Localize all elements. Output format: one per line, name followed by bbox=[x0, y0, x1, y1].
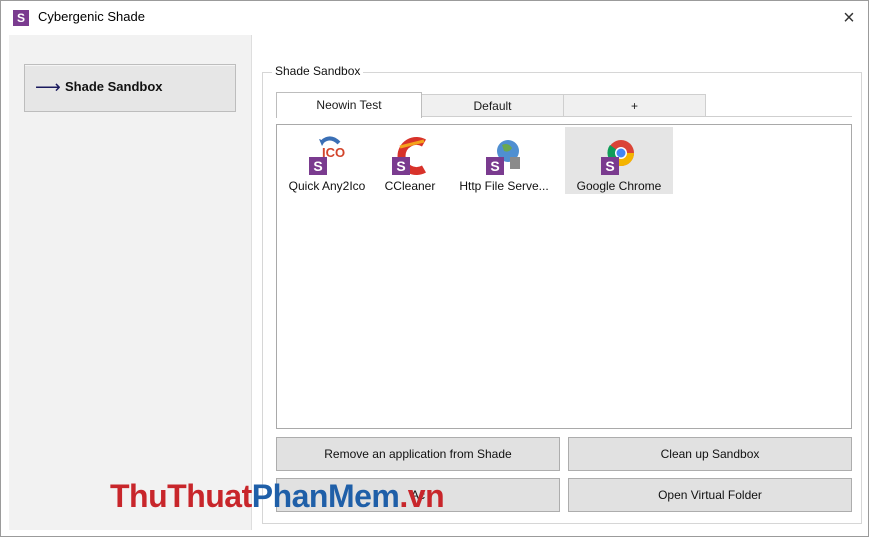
shade-app-icon: S bbox=[13, 10, 29, 26]
shade-badge-icon: S bbox=[486, 157, 504, 175]
watermark-logo: ThuThuatPhanMem.vn bbox=[110, 478, 445, 515]
group-label: Shade Sandbox bbox=[272, 64, 364, 78]
http-file-server-icon: S bbox=[482, 133, 526, 177]
tab-neowin-test[interactable]: Neowin Test bbox=[276, 92, 422, 118]
sidebar-item-label: Shade Sandbox bbox=[65, 79, 163, 94]
arrow-right-icon: ⟶ bbox=[35, 77, 61, 97]
tab-add[interactable]: + bbox=[563, 94, 706, 117]
open-virtual-folder-button[interactable]: Open Virtual Folder bbox=[568, 478, 852, 512]
window-title: Cybergenic Shade bbox=[38, 9, 145, 24]
tab-default[interactable]: Default bbox=[420, 94, 565, 117]
shade-badge-icon: S bbox=[392, 157, 410, 175]
app-label: CCleaner bbox=[384, 179, 436, 193]
any2ico-icon: ICO S bbox=[305, 133, 349, 177]
app-item-http-file-server[interactable]: S Http File Serve... bbox=[447, 127, 561, 194]
sidebar-item-shade-sandbox[interactable]: ⟶ Shade Sandbox bbox=[24, 64, 236, 112]
ccleaner-icon: S bbox=[388, 133, 432, 177]
app-label: Quick Any2Ico bbox=[288, 179, 366, 193]
clean-up-sandbox-button[interactable]: Clean up Sandbox bbox=[568, 437, 852, 471]
watermark-part2: PhanMem bbox=[251, 478, 400, 514]
app-list-panel: ICO S Quick Any2Ico S CCleaner S Http Fi… bbox=[276, 124, 852, 429]
app-label: Google Chrome bbox=[576, 179, 662, 193]
remove-application-button[interactable]: Remove an application from Shade bbox=[276, 437, 560, 471]
tab-divider bbox=[420, 116, 852, 117]
watermark-part1: ThuThuat bbox=[110, 478, 252, 514]
app-label: Http File Serve... bbox=[459, 179, 549, 193]
app-item-google-chrome[interactable]: S Google Chrome bbox=[565, 127, 673, 194]
app-item-ccleaner[interactable]: S CCleaner bbox=[377, 127, 443, 194]
close-button[interactable]: × bbox=[832, 1, 866, 35]
sidebar: ⟶ Shade Sandbox bbox=[9, 35, 252, 530]
watermark-part3: .vn bbox=[399, 478, 445, 514]
title-bar: S Cybergenic Shade × bbox=[1, 1, 868, 35]
app-item-quick-any2ico[interactable]: ICO S Quick Any2Ico bbox=[281, 127, 373, 194]
shade-badge-icon: S bbox=[309, 157, 327, 175]
shade-badge-icon: S bbox=[601, 157, 619, 175]
chrome-icon: S bbox=[597, 133, 641, 177]
